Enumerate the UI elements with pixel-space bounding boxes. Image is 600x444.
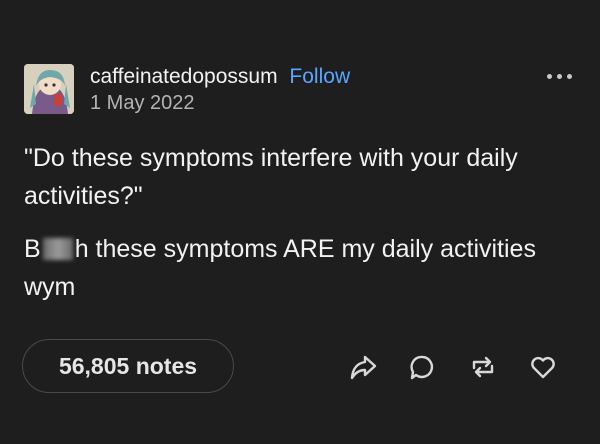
follow-button[interactable]: Follow — [289, 65, 350, 88]
more-dot — [556, 73, 562, 79]
username-line: caffeinatedopossum Follow — [90, 64, 350, 90]
avatar[interactable] — [24, 64, 74, 114]
more-options-icon[interactable] — [544, 70, 574, 82]
notes-count-button[interactable]: 56,805 notes — [22, 339, 234, 393]
reply-icon[interactable] — [408, 352, 438, 382]
post-header: caffeinatedopossum Follow 1 May 2022 — [90, 64, 350, 115]
more-dot — [566, 73, 572, 79]
reblog-icon[interactable] — [468, 352, 498, 382]
post-quote-text: "Do these symptoms interfere with your d… — [24, 144, 518, 210]
post-date: 1 May 2022 — [90, 92, 195, 114]
censor-blur — [42, 238, 73, 260]
post-reply-text: Bh these symptoms ARE my daily activitie… — [24, 230, 584, 306]
avatar-image — [24, 64, 74, 114]
post-card: caffeinatedopossum Follow 1 May 2022 "Do… — [0, 0, 600, 444]
post-actions — [348, 352, 558, 382]
share-icon[interactable] — [348, 352, 378, 382]
heart-icon[interactable] — [528, 352, 558, 382]
username-link[interactable]: caffeinatedopossum — [90, 65, 278, 88]
more-dot — [546, 73, 552, 79]
reply-text-start: B — [24, 235, 41, 263]
reply-text-rest: h these symptoms ARE my daily activities… — [24, 235, 536, 301]
